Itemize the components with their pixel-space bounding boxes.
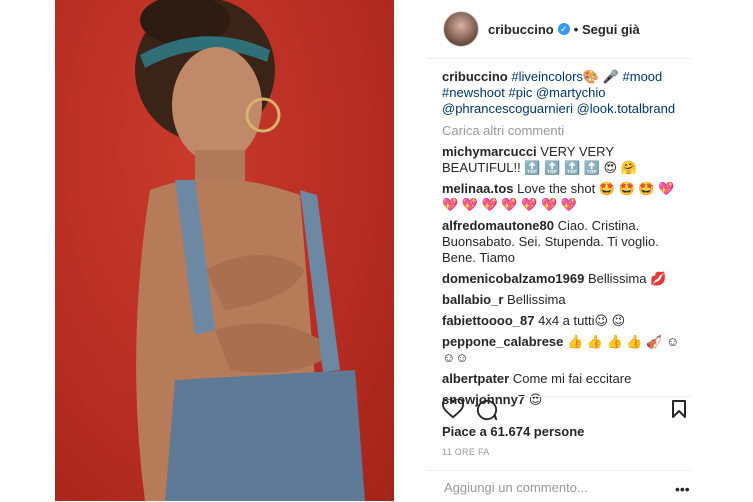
follow-status[interactable]: • Segui già xyxy=(574,22,640,37)
load-more-comments-button[interactable]: Carica altri commenti xyxy=(442,123,564,138)
follow-label: Segui già xyxy=(581,21,640,37)
comments-list: michymarcucci VERY VERY BEAUTIFUL!! 🔝 🔝 … xyxy=(442,144,687,413)
comment-username[interactable]: alfredomautone80 xyxy=(442,218,554,233)
comment-username[interactable]: ballabio_r xyxy=(442,292,503,307)
comment-username[interactable]: fabiettoooo_87 xyxy=(442,313,534,328)
avatar[interactable] xyxy=(443,11,479,47)
caption-line-3[interactable]: @phrancescoguarnieri @look.totalbrand xyxy=(442,101,675,116)
comment-username[interactable]: domenicobalzamo1969 xyxy=(442,271,584,286)
comment-item: ballabio_r Bellissima xyxy=(442,292,687,308)
comment-item: alfredomautone80 Ciao. Cristina. Buonsab… xyxy=(442,218,687,266)
comment-username[interactable]: michymarcucci xyxy=(442,144,537,159)
photo-illustration xyxy=(135,0,365,501)
post-caption: cribuccino #liveincolors🎨 🎤 #mood #newsh… xyxy=(442,69,682,117)
comment-text: 4x4 a tutti😉 😉 xyxy=(538,313,626,328)
add-comment-box: ••• xyxy=(427,470,691,502)
heart-icon[interactable] xyxy=(442,397,464,424)
post-timestamp[interactable]: 11 ORE FA xyxy=(442,447,490,457)
add-comment-input[interactable] xyxy=(442,479,646,496)
comment-item: michymarcucci VERY VERY BEAUTIFUL!! 🔝 🔝 … xyxy=(442,144,687,176)
comment-username[interactable]: peppone_calabrese xyxy=(442,334,563,349)
comment-username[interactable]: albertpater xyxy=(442,371,509,386)
post-header: cribuccino ✓ • Segui già xyxy=(427,0,691,59)
comment-username[interactable]: melinaa.tos xyxy=(442,181,514,196)
comment-item: melinaa.tos Love the shot 🤩 🤩 🤩 💖 💖 💖 💖 … xyxy=(442,181,687,213)
post-photo[interactable] xyxy=(55,0,394,501)
caption-line-2[interactable]: #newshoot #pic @martychio xyxy=(442,85,606,100)
comment-text: Bellissima xyxy=(507,292,566,307)
caption-username[interactable]: cribuccino xyxy=(442,69,508,84)
comment-item: fabiettoooo_87 4x4 a tutti😉 😉 xyxy=(442,313,687,329)
comment-text: Come mi fai eccitare xyxy=(512,371,632,386)
bookmark-icon[interactable] xyxy=(671,399,687,424)
header-username[interactable]: cribuccino xyxy=(488,22,554,37)
comment-item: albertpater Come mi fai eccitare xyxy=(442,371,687,387)
separator: • xyxy=(573,21,579,37)
comment-item: peppone_calabrese 👍 👍 👍 👍 🎻 ☺☺☺ xyxy=(442,334,687,366)
action-bar xyxy=(442,396,692,421)
likes-count[interactable]: Piace a 61.674 persone xyxy=(442,424,584,439)
comment-text: Bellissima 💋 xyxy=(587,271,667,286)
comment-item: domenicobalzamo1969 Bellissima 💋 xyxy=(442,271,687,287)
comment-icon[interactable] xyxy=(476,399,498,426)
caption-line-1[interactable]: #liveincolors🎨 🎤 #mood xyxy=(511,69,662,84)
verified-badge-icon: ✓ xyxy=(557,23,570,35)
more-icon[interactable]: ••• xyxy=(675,481,690,497)
post-sidebar: cribuccino ✓ • Segui già cribuccino #liv… xyxy=(427,0,692,502)
